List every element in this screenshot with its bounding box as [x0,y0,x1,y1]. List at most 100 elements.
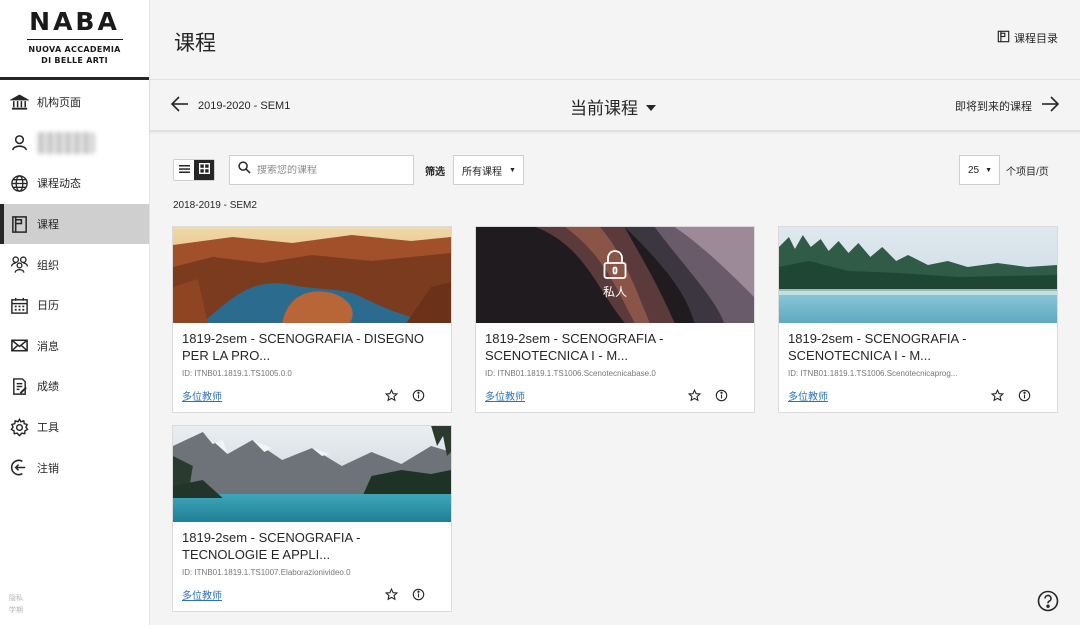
previous-term-label: 2019-2020 - SEM1 [198,99,291,112]
current-term-label: 当前课程 [570,99,638,118]
catalog-icon [997,30,1010,46]
institution-icon [9,92,29,112]
filter-value: 所有课程 [462,166,502,178]
course-search [229,155,414,185]
help-button[interactable] [1037,590,1059,612]
info-icon[interactable] [411,388,426,403]
multiple-instructors-link[interactable]: 多位教师 [182,388,222,403]
envelope-icon [9,336,29,356]
course-id: ID: ITNB01.1819.1.TS1007.Elaborazionivid… [182,568,351,577]
term-navigation-bar: 2019-2020 - SEM1 当前课程 即将到来的课程 [150,80,1080,132]
course-title[interactable]: 1819-2sem - SCENOGRAFIA - DISEGNO PER LA… [182,330,442,365]
search-input[interactable] [257,164,397,176]
globe-icon [9,173,29,193]
sidebar-item-messages[interactable]: 消息 [0,326,149,367]
view-toggle [173,159,215,181]
list-view-button[interactable] [174,160,194,180]
course-image-canyon [173,227,451,323]
sidebar-item-label: 成绩 [37,381,59,394]
sidebar-item-courses[interactable]: 课程 [0,203,149,245]
filter-select[interactable]: 所有课程 ▼ [453,155,524,185]
page-title: 课程 [174,32,216,55]
sidebar-item-institution[interactable]: 机构页面 [0,82,149,123]
grades-icon [9,376,29,396]
sidebar: NABA NUOVA ACCADEMIA DI BELLE ARTI 机构页面 … [0,0,150,625]
multiple-instructors-link[interactable]: 多位教师 [485,388,525,403]
sidebar-item-groups[interactable]: 组织 [0,244,149,285]
course-card[interactable]: 1819-2sem - SCENOGRAFIA - TECNOLOGIE E A… [172,425,452,612]
sidebar-item-grades[interactable]: 成绩 [0,366,149,407]
info-icon[interactable] [411,587,426,602]
page-header: 课程 课程目录 [150,0,1080,80]
sidebar-item-label: 课程 [37,219,59,232]
grid-view-button[interactable] [194,160,214,180]
sidebar-item-logout[interactable]: 注销 [0,447,149,488]
sidebar-item-label: 组织 [37,259,59,272]
arrow-right-icon [1040,94,1060,117]
sidebar-item-calendar[interactable]: 日历 [0,285,149,326]
gear-icon [9,417,29,437]
previous-term-button[interactable]: 2019-2020 - SEM1 [170,94,290,117]
logo-subtitle-1: NUOVA ACCADEMIA [28,45,121,54]
courses-icon [9,214,29,234]
logout-icon [9,458,29,478]
naba-logo[interactable]: NABA NUOVA ACCADEMIA DI BELLE ARTI [0,0,149,80]
course-title[interactable]: 1819-2sem - SCENOGRAFIA - TECNOLOGIE E A… [182,529,442,564]
course-title[interactable]: 1819-2sem - SCENOGRAFIA - SCENOTECNICA I… [788,330,1048,365]
course-catalog-link[interactable]: 课程目录 [997,30,1058,46]
favorite-star-icon[interactable] [384,388,399,403]
course-image-mountain-lake [173,426,451,522]
caret-down-icon [646,97,656,117]
groups-icon [9,255,29,275]
question-mark-icon [1037,590,1059,616]
sidebar-item-label: 课程动态 [37,178,81,191]
course-card[interactable]: 1819-2sem - SCENOGRAFIA - DISEGNO PER LA… [172,226,452,413]
next-term-button[interactable]: 即将到来的课程 [955,94,1060,117]
calendar-icon [9,295,29,315]
sidebar-item-label: 注销 [37,462,59,475]
sidebar-footer: 隐私 学期 [9,593,23,617]
course-card[interactable]: 私人 1819-2sem - SCENOGRAFIA - SCENOTECNIC… [475,226,755,413]
filter-label: 筛选 [425,167,445,178]
current-term-dropdown[interactable]: 当前课程 [570,94,656,119]
user-name-redacted [37,131,95,154]
search-icon [238,161,251,179]
logo-wordmark: NABA [29,7,120,36]
sidebar-item-activity[interactable]: 课程动态 [0,163,149,204]
per-page-label: 个项目/页 [1006,167,1049,178]
arrow-left-icon [170,94,190,117]
grid-icon [198,161,210,179]
items-per-page-select[interactable]: 25 ▼ [959,155,1000,185]
course-title[interactable]: 1819-2sem - SCENOGRAFIA - SCENOTECNICA I… [485,330,745,365]
catalog-label: 课程目录 [1014,33,1058,45]
info-icon[interactable] [714,388,729,403]
term-link[interactable]: 学期 [9,605,23,617]
private-overlay: 私人 [476,227,754,323]
course-image-lake-forest [779,227,1057,323]
term-section-heading: 2018-2019 - SEM2 [173,200,257,211]
course-id: ID: ITNB01.1819.1.TS1006.Scenotecnicapro… [788,369,958,378]
sidebar-item-profile[interactable] [0,123,149,164]
favorite-star-icon[interactable] [687,388,702,403]
private-label: 私人 [602,285,627,299]
privacy-link[interactable]: 隐私 [9,593,23,605]
course-card[interactable]: 1819-2sem - SCENOGRAFIA - SCENOTECNICA I… [778,226,1058,413]
list-icon [178,161,190,179]
course-id: ID: ITNB01.1819.1.TS1006.Scenotecnicabas… [485,369,656,378]
sidebar-nav: 机构页面 课程动态 课程 组织 日历 消息 成绩 工具 注销 [0,80,149,488]
favorite-star-icon[interactable] [384,587,399,602]
lock-icon [602,250,628,280]
logo-rule [26,39,123,40]
multiple-instructors-link[interactable]: 多位教师 [788,388,828,403]
favorite-star-icon[interactable] [990,388,1005,403]
course-id: ID: ITNB01.1819.1.TS1005.0.0 [182,369,292,378]
info-icon[interactable] [1017,388,1032,403]
multiple-instructors-link[interactable]: 多位教师 [182,587,222,602]
sidebar-item-tools[interactable]: 工具 [0,407,149,448]
sidebar-item-label: 机构页面 [37,97,81,110]
course-image-antelope: 私人 [476,227,754,323]
per-page-value: 25 [968,164,980,176]
caret-down-icon: ▼ [509,166,516,174]
sidebar-item-label: 工具 [37,422,59,435]
logo-subtitle-2: DI BELLE ARTI [41,56,108,65]
